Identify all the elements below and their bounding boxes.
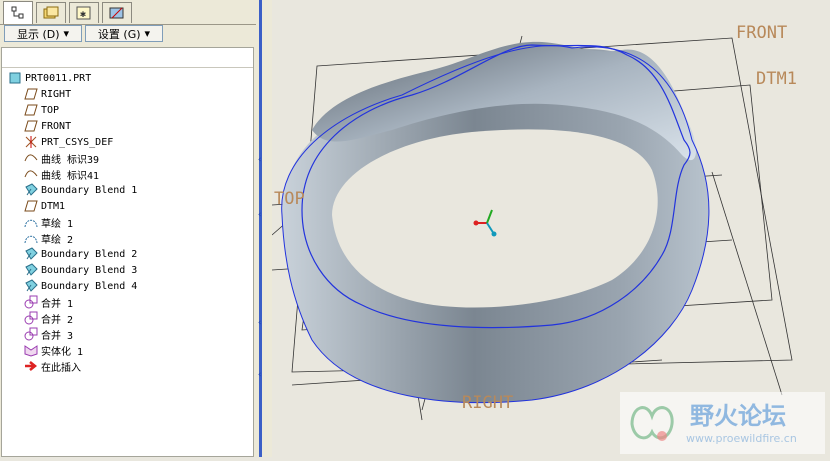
tree-item[interactable]: Boundary Blend 3: [24, 262, 137, 278]
tree-root[interactable]: PRT0011.PRT: [8, 70, 91, 86]
merge-icon: [24, 311, 38, 325]
curve-icon: [24, 167, 38, 181]
tree-item-label: RIGHT: [41, 88, 72, 100]
datum-label-right: RIGHT: [462, 393, 513, 413]
tree-item-label: 合并 2: [41, 314, 74, 326]
settings-dropdown[interactable]: 设置 (G) ▾: [85, 25, 163, 42]
tree-item-label: FRONT: [41, 120, 72, 132]
tab-favorites[interactable]: ✱: [69, 2, 99, 23]
tree-item-label: 在此插入: [41, 362, 81, 374]
favorites-icon: ✱: [76, 6, 91, 20]
merge-icon: [24, 295, 38, 309]
show-dropdown[interactable]: 显示 (D) ▾: [4, 25, 82, 42]
tree-item-label: 草绘 2: [41, 234, 74, 246]
collapse-left-icon[interactable]: ‹: [257, 370, 262, 380]
tree-item-label: DTM1: [41, 200, 66, 212]
show-dropdown-label: 显示 (D): [16, 27, 60, 41]
model-tree-icon: [11, 6, 24, 19]
sketch-icon: [24, 231, 38, 245]
merge-icon: [24, 327, 38, 341]
tree-item[interactable]: 合并 1: [24, 294, 73, 310]
tree-item-label: 合并 1: [41, 298, 74, 310]
boundary-blend-icon: [24, 279, 38, 293]
connections-icon: [109, 7, 124, 19]
boundary-blend-icon: [24, 247, 38, 261]
tree-item-label: 曲线 标识39: [41, 154, 100, 166]
tree-item-label: Boundary Blend 2: [41, 248, 138, 260]
tree-item[interactable]: DTM1: [24, 198, 65, 214]
tab-folder-browser[interactable]: [36, 2, 66, 23]
datum-plane-icon: [24, 87, 38, 101]
datum-label-dtm1: DTM1: [756, 69, 797, 89]
settings-dropdown-label: 设置 (G): [97, 27, 141, 41]
tree-header: [2, 48, 253, 68]
watermark-url: www.proewildfire.cn: [686, 432, 797, 445]
insert-here-arrow-icon: [24, 359, 38, 373]
tree-item-label: TOP: [41, 104, 60, 116]
tree-toolbar: 显示 (D) ▾ 设置 (G) ▾: [0, 24, 256, 44]
collapse-left-icon[interactable]: ‹: [257, 155, 262, 165]
folder-icon: [43, 6, 59, 19]
datum-label-top: TOP: [274, 189, 305, 209]
tree-item[interactable]: Boundary Blend 2: [24, 246, 137, 262]
tree-item[interactable]: 合并 3: [24, 326, 73, 342]
watermark-logo-icon: [630, 406, 674, 441]
tree-item[interactable]: Boundary Blend 1: [24, 182, 137, 198]
tab-model-tree[interactable]: [3, 1, 33, 24]
tree-item[interactable]: 实体化 1: [24, 342, 83, 358]
model-tree: PRT0011.PRT RIGHT TOP FRONT PRT_CSYS_DEF 曲线 …: [1, 47, 254, 457]
datum-plane-icon: [24, 103, 38, 117]
graphics-viewport[interactable]: FRONT DTM1 TOP RIGHT: [271, 0, 830, 457]
tree-item-label: PRT_CSYS_DEF: [41, 136, 114, 148]
boundary-blend-icon: [24, 263, 38, 277]
tree-item-label: Boundary Blend 1: [41, 184, 138, 196]
datum-plane-icon: [24, 119, 38, 133]
tree-root-label: PRT0011.PRT: [25, 72, 92, 84]
watermark: 野火论坛 www.proewildfire.cn: [620, 392, 825, 454]
sketch-icon: [24, 215, 38, 229]
tree-item-label: Boundary Blend 4: [41, 280, 138, 292]
watermark-title: 野火论坛: [690, 402, 786, 430]
chevron-down-icon: ▾: [144, 27, 151, 40]
tree-item-label: 合并 3: [41, 330, 74, 342]
svg-text:✱: ✱: [80, 9, 86, 20]
tree-item[interactable]: PRT_CSYS_DEF: [24, 134, 113, 150]
collapse-left-icon[interactable]: ‹: [257, 210, 262, 220]
splitter-line: [259, 0, 262, 457]
part-icon: [8, 71, 22, 85]
tree-item[interactable]: 草绘 1: [24, 214, 73, 230]
tree-item[interactable]: 草绘 2: [24, 230, 73, 246]
chevron-down-icon: ▾: [63, 27, 70, 40]
collapse-left-icon[interactable]: ‹: [257, 318, 262, 328]
model-view: FRONT DTM1 TOP RIGHT: [271, 23, 797, 421]
navigator-tabs: ✱: [0, 0, 256, 25]
tree-item-label: 草绘 1: [41, 218, 74, 230]
tree-item[interactable]: RIGHT: [24, 86, 71, 102]
tree-item-label: 曲线 标识41: [41, 170, 100, 182]
wavy-ring: [281, 41, 710, 404]
tree-item-label: Boundary Blend 3: [41, 264, 138, 276]
tree-item[interactable]: 在此插入: [24, 358, 81, 374]
boundary-blend-icon: [24, 183, 38, 197]
tree-item[interactable]: TOP: [24, 102, 59, 118]
tree-item[interactable]: Boundary Blend 4: [24, 278, 137, 294]
datum-label-front: FRONT: [736, 23, 787, 43]
model-tree-panel: ✱ 显示 (D) ▾ 设置 (G) ▾ PRT0011.PRT RIGHT TOP…: [0, 0, 256, 457]
tree-item[interactable]: FRONT: [24, 118, 71, 134]
tree-item[interactable]: 曲线 标识39: [24, 150, 99, 166]
splitter[interactable]: [256, 0, 272, 457]
tree-item[interactable]: 合并 2: [24, 310, 73, 326]
tree-item[interactable]: 曲线 标识41: [24, 166, 99, 182]
datum-plane-icon: [24, 199, 38, 213]
coordinate-system-icon: [24, 135, 38, 149]
tree-item-label: 实体化 1: [41, 346, 84, 358]
curve-icon: [24, 151, 38, 165]
tab-connections[interactable]: [102, 2, 132, 23]
solidify-icon: [24, 343, 38, 357]
